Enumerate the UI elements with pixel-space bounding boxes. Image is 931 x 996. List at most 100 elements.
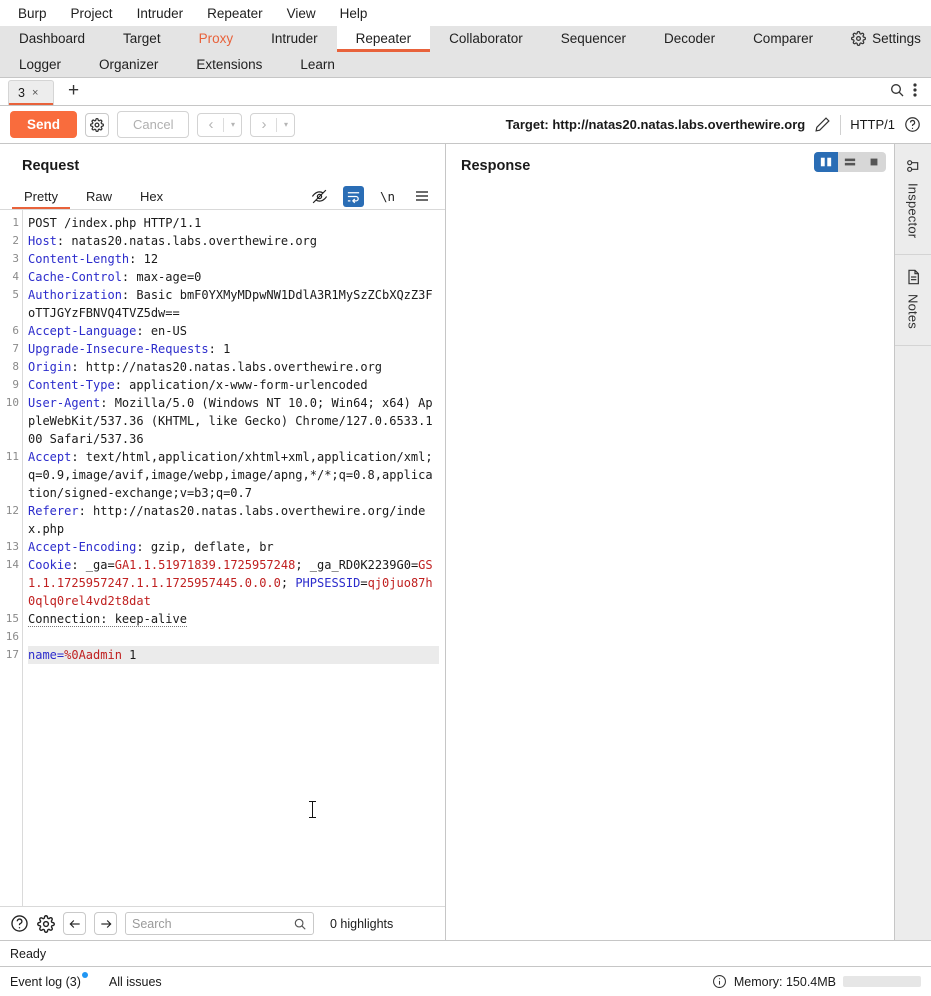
code-line[interactable]: Accept: text/html,application/xhtml+xml,… [28,448,439,502]
code-line[interactable] [28,628,439,646]
hamburger-menu-icon[interactable] [411,186,432,207]
event-log-badge-dot [81,971,88,978]
tab-collaborator[interactable]: Collaborator [430,26,542,52]
code-segment: 1 [121,648,137,662]
code-line[interactable]: Content-Type: application/x-www-form-url… [28,376,439,394]
tab-logger[interactable]: Logger [0,52,80,78]
line-number: 13 [5,540,19,553]
tab-comparer[interactable]: Comparer [734,26,832,52]
menu-bar: Burp Project Intruder Repeater View Help [0,0,931,26]
search-field-wrapper[interactable] [125,912,314,935]
menu-item-view[interactable]: View [275,4,328,23]
sidebar-item-notes[interactable]: Notes [895,255,931,347]
http-version-label[interactable]: HTTP/1 [850,117,895,132]
tab-intruder[interactable]: Intruder [252,26,337,52]
search-icon[interactable] [889,82,905,98]
notes-icon [905,269,921,285]
tab-decoder[interactable]: Decoder [645,26,734,52]
request-view-tabs: Pretty Raw Hex \n [0,183,445,210]
forward-history-button[interactable]: › ▾ [250,112,296,137]
line-number: 5 [12,288,19,301]
code-segment: ; _ga_RD0K2239G0= [295,558,419,572]
menu-item-intruder[interactable]: Intruder [125,4,196,23]
menu-item-repeater[interactable]: Repeater [195,4,275,23]
code-line[interactable]: Origin: http://natas20.natas.labs.overth… [28,358,439,376]
code-segment: Origin [28,360,72,374]
code-segment: Content-Type [28,378,115,392]
menu-item-burp[interactable]: Burp [6,4,59,23]
line-number: 17 [5,648,19,661]
line-number: 12 [5,504,19,517]
tab-sequencer[interactable]: Sequencer [542,26,645,52]
code-line[interactable]: Accept-Encoding: gzip, deflate, br [28,538,439,556]
word-wrap-icon[interactable] [343,185,364,207]
tab-extensions[interactable]: Extensions [177,52,281,78]
help-icon[interactable] [904,116,921,133]
request-tab-hex[interactable]: Hex [126,183,177,209]
search-next-button[interactable] [94,912,117,935]
chevron-down-icon[interactable]: ▾ [224,114,241,136]
overflow-menu-icon[interactable] [909,82,921,98]
code-line[interactable]: Authorization: Basic bmF0YXMyMDpwNW1DdlA… [28,286,439,322]
send-settings-button[interactable] [85,112,110,137]
tab-settings-label: Settings [872,31,921,47]
tab-settings[interactable]: Settings [832,26,931,52]
code-line[interactable]: Host: natas20.natas.labs.overthewire.org [28,232,439,250]
code-segment: : max-age=0 [121,270,202,284]
code-line[interactable]: Cookie: _ga=GA1.1.51971839.1725957248; _… [28,556,439,610]
help-icon[interactable] [10,914,29,933]
line-number: 11 [5,450,19,463]
request-tab-raw[interactable]: Raw [72,183,126,209]
tab-learn[interactable]: Learn [281,52,354,78]
back-history-button[interactable]: ‹ ▾ [197,112,243,137]
status-text: Ready [10,946,47,961]
response-body[interactable] [446,183,894,940]
code-line[interactable]: Connection: keep-alive [28,610,439,628]
newline-icon[interactable]: \n [377,186,398,207]
hide-eye-icon[interactable] [309,186,330,207]
tab-target[interactable]: Target [104,26,180,52]
edit-target-icon[interactable] [814,116,831,133]
tab-repeater[interactable]: Repeater [336,26,431,52]
search-prev-button[interactable] [63,912,86,935]
code-line[interactable]: Accept-Language: en-US [28,322,439,340]
menu-item-project[interactable]: Project [59,4,125,23]
highlights-count: 0 highlights [330,916,394,931]
tabstrip-actions [889,82,931,101]
search-input[interactable] [132,916,293,931]
menu-item-help[interactable]: Help [328,4,380,23]
request-code[interactable]: POST /index.php HTTP/1.1 Host: natas20.na… [22,210,445,906]
gear-icon[interactable] [37,914,55,933]
request-tab-pretty[interactable]: Pretty [10,183,72,209]
response-title: Response [461,158,531,174]
chevron-down-icon[interactable]: ▾ [277,114,294,136]
code-line[interactable]: name=%0Aadmin 1 [28,646,439,664]
all-issues-button[interactable]: All issues [109,975,162,989]
repeater-tab-3[interactable]: 3 × [8,80,54,105]
tab-organizer[interactable]: Organizer [80,52,177,78]
send-button[interactable]: Send [10,111,78,138]
tab-proxy[interactable]: Proxy [180,26,253,52]
code-segment: : en-US [136,324,187,338]
editor-panes: Request Pretty Raw Hex \n 1 2 3 4 5 6 7 … [0,144,931,940]
memory-progress-bar[interactable] [843,976,921,987]
code-segment: = [360,576,368,590]
tab-dashboard[interactable]: Dashboard [0,26,104,52]
new-tab-button[interactable]: + [54,81,91,102]
code-line[interactable]: POST /index.php HTTP/1.1 [28,214,439,232]
close-icon[interactable]: × [32,87,38,99]
line-number: 10 [5,396,19,409]
sidebar-item-inspector[interactable]: Inspector [895,144,931,256]
request-editor[interactable]: 1 2 3 4 5 6 7 8 9 10 11 12 13 14 15 16 17 POST /index.ph… [0,210,445,906]
code-line[interactable]: Referer: http://natas20.natas.labs.overt… [28,502,439,538]
code-line[interactable]: Content-Length: 12 [28,250,439,268]
chevron-right-icon: › [261,116,267,133]
code-line[interactable]: Cache-Control: max-age=0 [28,268,439,286]
code-line[interactable]: User-Agent: Mozilla/5.0 (Windows NT 10.0… [28,394,439,448]
info-icon[interactable] [712,974,727,989]
event-log-button[interactable]: Event log (3) [10,971,88,989]
code-segment: Accept-Encoding [28,540,137,554]
line-number: 4 [12,270,19,283]
cancel-button[interactable]: Cancel [117,111,190,138]
code-line[interactable]: Upgrade-Insecure-Requests: 1 [28,340,439,358]
